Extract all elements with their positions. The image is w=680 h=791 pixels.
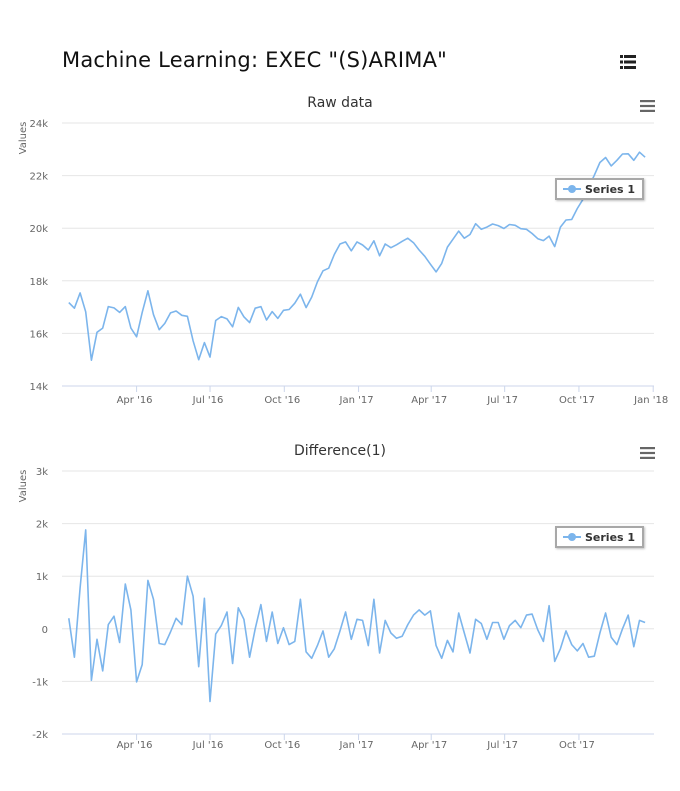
chart-title: Raw data [307, 95, 372, 111]
x-tick-label: Jan '17 [339, 740, 374, 751]
legend-label: Series 1 [585, 530, 636, 544]
y-tick-label: -1k [32, 677, 48, 688]
y-tick-label: 14k [29, 382, 48, 393]
x-tick-label: Apr '17 [411, 740, 447, 751]
x-tick-label: Apr '16 [117, 395, 153, 406]
y-tick-label: 1k [36, 572, 48, 583]
y-axis-label: Values [18, 470, 29, 503]
y-axis-label: Values [18, 122, 29, 155]
x-tick-label: Apr '16 [117, 740, 153, 751]
legend-marker-icon [563, 184, 581, 194]
x-tick-label: Jan '17 [339, 395, 374, 406]
x-tick-label: Oct '17 [559, 395, 595, 406]
y-tick-label: -2k [32, 730, 48, 741]
x-tick-label: Apr '17 [411, 395, 447, 406]
y-tick-label: 16k [29, 329, 48, 340]
x-tick-label: Oct '17 [559, 740, 595, 751]
raw-data-chart-svg: Raw data Values 14k 16k 18k 20k 22k 24k Apr '16 J… [18, 95, 668, 406]
x-tick-label: Jul '16 [192, 395, 224, 406]
y-tick-label: 24k [29, 119, 48, 130]
y-tick-label: 18k [29, 277, 48, 288]
chart-menu-icon[interactable] [640, 99, 656, 113]
x-tick-label: Jul '16 [192, 740, 224, 751]
legend-marker-icon [563, 532, 581, 542]
raw-data-chart: Raw data Values 14k 16k 18k 20k 22k 24k Apr '16 J… [0, 0, 680, 420]
x-tick-label: Jan '18 [633, 395, 668, 406]
chart-menu-icon[interactable] [640, 446, 656, 460]
legend-series-1[interactable]: Series 1 [555, 526, 645, 548]
y-tick-label: 20k [29, 224, 48, 235]
x-tick-label: Jul '17 [486, 395, 518, 406]
legend-series-1[interactable]: Series 1 [555, 178, 645, 200]
x-tick-label: Oct '16 [264, 740, 300, 751]
legend-label: Series 1 [585, 182, 636, 196]
y-tick-label: 0 [42, 625, 48, 636]
chart-title: Difference(1) [294, 443, 386, 459]
x-tick-label: Oct '16 [264, 395, 300, 406]
x-tick-label: Jul '17 [486, 740, 518, 751]
y-tick-label: 22k [29, 172, 48, 183]
y-tick-label: 2k [36, 520, 48, 531]
series-line [68, 529, 646, 703]
y-tick-label: 3k [36, 467, 48, 478]
